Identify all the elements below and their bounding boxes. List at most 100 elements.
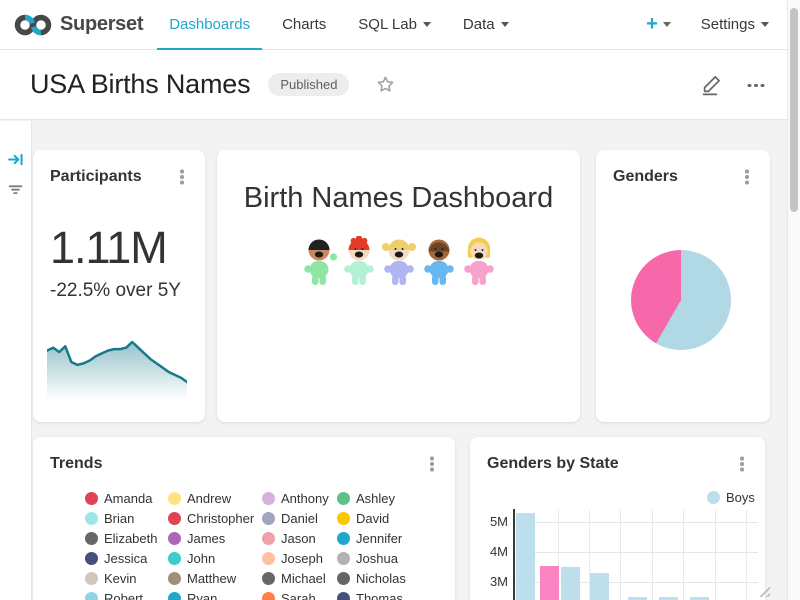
gridline-horizontal: [515, 522, 758, 523]
legend-label: John: [187, 551, 215, 566]
legend-label: Thomas: [356, 591, 403, 600]
legend-dot: [168, 532, 181, 545]
legend-item-michael[interactable]: Michael: [262, 570, 326, 586]
legend-label: Sarah: [281, 591, 316, 600]
nav-item-sql-lab[interactable]: SQL Lab: [346, 0, 443, 50]
legend-item-brian[interactable]: Brian: [85, 510, 134, 526]
legend-item-jennifer[interactable]: Jennifer: [337, 530, 402, 546]
nav-item-dashboards[interactable]: Dashboards: [157, 0, 262, 50]
superset-logo[interactable]: Superset: [14, 12, 143, 38]
chevron-down-icon: [423, 22, 431, 27]
legend-item-jessica[interactable]: Jessica: [85, 550, 147, 566]
legend-item-joshua[interactable]: Joshua: [337, 550, 398, 566]
settings-label: Settings: [701, 16, 755, 33]
legend-item-nicholas[interactable]: Nicholas: [337, 570, 406, 586]
legend-label: Jason: [281, 531, 316, 546]
legend-label: Andrew: [187, 491, 231, 506]
legend-item-david[interactable]: David: [337, 510, 389, 526]
nav-item-charts[interactable]: Charts: [270, 0, 338, 50]
legend-item-kevin[interactable]: Kevin: [85, 570, 137, 586]
legend-item-daniel[interactable]: Daniel: [262, 510, 318, 526]
kebab-menu-icon[interactable]: [173, 168, 191, 186]
legend-dot: [262, 592, 275, 600]
big-number-delta: -22.5% over 5Y: [50, 280, 181, 302]
top-navbar: Superset Dashboards Charts SQL Lab Data …: [0, 0, 787, 50]
legend-item-ryan[interactable]: Ryan: [168, 590, 217, 600]
chevron-down-icon: [501, 22, 509, 27]
genders-pie-chart[interactable]: [631, 250, 731, 350]
legend-item-jason[interactable]: Jason: [262, 530, 316, 546]
legend-label: Kevin: [104, 571, 137, 586]
edit-dashboard-icon[interactable]: [699, 73, 723, 97]
participants-card: Participants 1.11M -22.5% over 5Y: [33, 150, 205, 422]
legend-dot: [337, 572, 350, 585]
nav-label-sql-lab: SQL Lab: [358, 16, 417, 33]
expand-filters-icon[interactable]: [7, 151, 24, 168]
legend-item-thomas[interactable]: Thomas: [337, 590, 403, 600]
participants-sparkline-chart: [47, 336, 187, 398]
filter-bar-collapsed: [0, 121, 32, 600]
legend-dot: [85, 572, 98, 585]
settings-menu[interactable]: Settings: [693, 16, 777, 33]
dashboard-title-bar: USA Births Names Published: [0, 50, 787, 120]
legend-dot: [168, 552, 181, 565]
legend-label: David: [356, 511, 389, 526]
y-axis-tick-label: 3M: [474, 574, 508, 589]
dashboard-heading: Birth Names Dashboard: [217, 182, 580, 215]
genders-by-state-bar-chart: 5M4M3M: [470, 437, 765, 600]
card-title-participants: Participants: [50, 168, 142, 186]
gridline-vertical: [652, 510, 653, 600]
bar-boys-3[interactable]: [590, 573, 609, 600]
legend-label: Joshua: [356, 551, 398, 566]
legend-item-anthony[interactable]: Anthony: [262, 490, 329, 506]
legend-dot: [85, 532, 98, 545]
legend-dot: [85, 512, 98, 525]
legend-item-andrew[interactable]: Andrew: [168, 490, 231, 506]
nav-label-charts: Charts: [282, 16, 326, 33]
legend-item-ashley[interactable]: Ashley: [337, 490, 395, 506]
kebab-menu-icon[interactable]: [738, 168, 756, 186]
published-badge[interactable]: Published: [268, 73, 349, 96]
legend-label: Brian: [104, 511, 134, 526]
legend-dot: [337, 532, 350, 545]
legend-item-john[interactable]: John: [168, 550, 215, 566]
nav-item-data[interactable]: Data: [451, 0, 521, 50]
legend-label: Nicholas: [356, 571, 406, 586]
legend-item-robert[interactable]: Robert: [85, 590, 143, 600]
filter-icon[interactable]: [7, 181, 24, 198]
chevron-down-icon: [663, 22, 671, 27]
legend-label: Jennifer: [356, 531, 402, 546]
legend-item-elizabeth[interactable]: Elizabeth: [85, 530, 157, 546]
gridline-vertical: [746, 510, 747, 600]
legend-label: Daniel: [281, 511, 318, 526]
scrollbar-thumb[interactable]: [790, 8, 798, 212]
bar-boys-2[interactable]: [561, 567, 580, 600]
favorite-star-icon[interactable]: [375, 74, 396, 95]
new-item-button[interactable]: +: [638, 13, 679, 36]
legend-dot: [85, 492, 98, 505]
brand-name: Superset: [60, 13, 143, 36]
page-title: USA Births Names: [30, 69, 250, 100]
card-title-trends: Trends: [50, 455, 102, 473]
kid-mint-topknot: [340, 236, 378, 286]
kid-pink-bob: [460, 236, 498, 286]
legend-item-matthew[interactable]: Matthew: [168, 570, 236, 586]
legend-item-amanda[interactable]: Amanda: [85, 490, 152, 506]
legend-item-christopher[interactable]: Christopher: [168, 510, 254, 526]
legend-label: Matthew: [187, 571, 236, 586]
more-actions-icon[interactable]: [745, 75, 767, 95]
bar-girls-1[interactable]: [540, 566, 559, 600]
gridline-vertical: [715, 510, 716, 600]
nav-label-data: Data: [463, 16, 495, 33]
legend-dot: [337, 592, 350, 600]
legend-label: Joseph: [281, 551, 323, 566]
page-scrollbar[interactable]: [787, 0, 800, 600]
legend-dot: [168, 512, 181, 525]
legend-item-james[interactable]: James: [168, 530, 225, 546]
legend-item-joseph[interactable]: Joseph: [262, 550, 323, 566]
legend-item-sarah[interactable]: Sarah: [262, 590, 316, 600]
legend-label: Ryan: [187, 591, 217, 600]
kebab-menu-icon[interactable]: [423, 455, 441, 473]
bar-boys-0[interactable]: [516, 513, 535, 600]
legend-dot: [337, 512, 350, 525]
